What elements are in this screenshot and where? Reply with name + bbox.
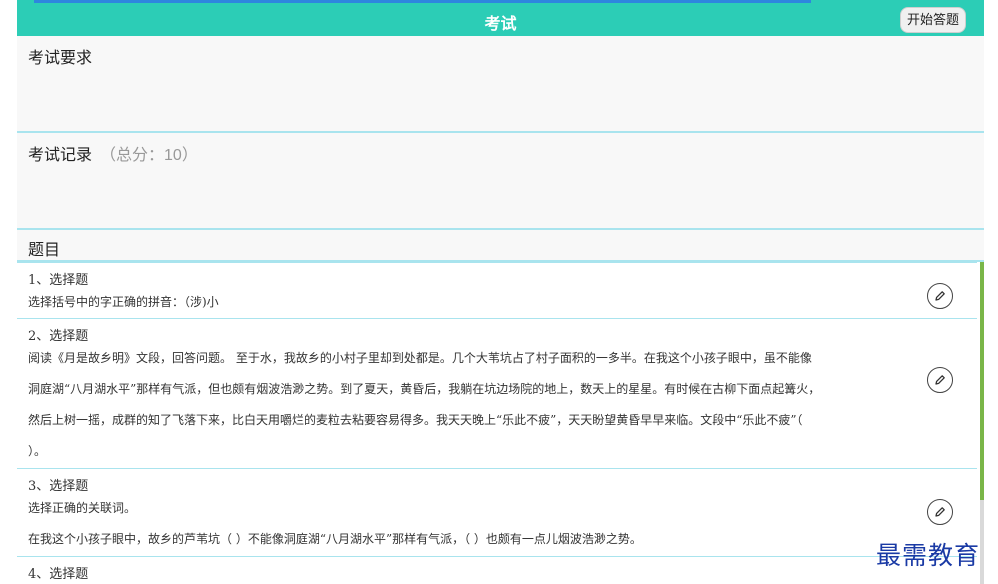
question-text: 选择括号中的字正确的拼音：（涉)小 [28, 295, 219, 309]
question-title: 3、选择题 [28, 479, 89, 494]
exam-requirements-label: 考试要求 [28, 50, 93, 67]
question-text-line: 然后上树一摇，成群的知了飞落下来，比白天用嚼烂的麦粒去粘要容易得多。我天天晚上“… [28, 413, 803, 427]
exam-records-label: 考试记录 （总分：10） [28, 141, 198, 165]
start-answering-button[interactable]: 开始答题 [899, 7, 966, 33]
question-text-line: 阅读《月是故乡明》文段，回答问题。 至于水，我故乡的小村子里却到处都是。几个大苇… [28, 351, 812, 365]
question-text-line: 在我这个小孩子眼中，故乡的芦苇坑（ ）不能像洞庭湖“八月湖水平”那样有气派，（ … [28, 532, 642, 546]
exam-header-bar: 考试 开始答题 [17, 0, 984, 36]
edit-pencil-icon [935, 291, 945, 301]
loading-progress-bar [34, 0, 811, 3]
exam-records-title: 考试记录 [28, 147, 93, 164]
question-item-1[interactable]: 1、选择题 选择括号中的字正确的拼音：（涉)小 [17, 262, 977, 319]
questions-header-label: 题目 [28, 242, 61, 259]
question-item-2[interactable]: 2、选择题 阅读《月是故乡明》文段，回答问题。 至于水，我故乡的小村子里却到处都… [17, 318, 977, 469]
page-title: 考试 [484, 16, 517, 33]
question-title: 2、选择题 [28, 329, 89, 344]
edit-pencil-icon [935, 507, 945, 517]
question-text: 选择正确的关联词。 在我这个小孩子眼中，故乡的芦苇坑（ ）不能像洞庭湖“八月湖水… [28, 493, 878, 555]
edit-answer-button[interactable] [927, 283, 953, 309]
scrollbar-thumb[interactable] [980, 262, 984, 500]
edit-pencil-icon [935, 375, 945, 385]
question-title: 1、选择题 [28, 273, 89, 288]
question-text-line: 选择正确的关联词。 [28, 501, 137, 515]
question-item-4[interactable]: 4、选择题 [17, 556, 977, 584]
watermark-logo-text: 最需教育 [876, 541, 981, 570]
question-list-scrollbar[interactable] [980, 262, 984, 584]
question-text-line: 洞庭湖“八月湖水平”那样有气派，但也颇有烟波浩渺之势。到了夏天，黄昏后，我躺在坑… [28, 382, 821, 396]
edit-answer-button[interactable] [927, 499, 953, 525]
question-list: 1、选择题 选择括号中的字正确的拼音：（涉)小 2、选择题 阅读《月是故乡明》文… [17, 262, 984, 584]
edit-answer-button[interactable] [927, 367, 953, 393]
total-score-text: （总分：10） [100, 147, 198, 164]
question-item-3[interactable]: 3、选择题 选择正确的关联词。 在我这个小孩子眼中，故乡的芦苇坑（ ）不能像洞庭… [17, 468, 977, 557]
question-title: 4、选择题 [28, 567, 89, 582]
exam-records-section: 考试记录 （总分：10） [17, 133, 984, 230]
exam-requirements-section: 考试要求 [17, 36, 984, 133]
question-text: 阅读《月是故乡明》文段，回答问题。 至于水，我故乡的小村子里却到处都是。几个大苇… [28, 343, 878, 467]
question-text-line: ）。 [28, 444, 47, 458]
questions-header-section: 题目 [17, 230, 984, 262]
